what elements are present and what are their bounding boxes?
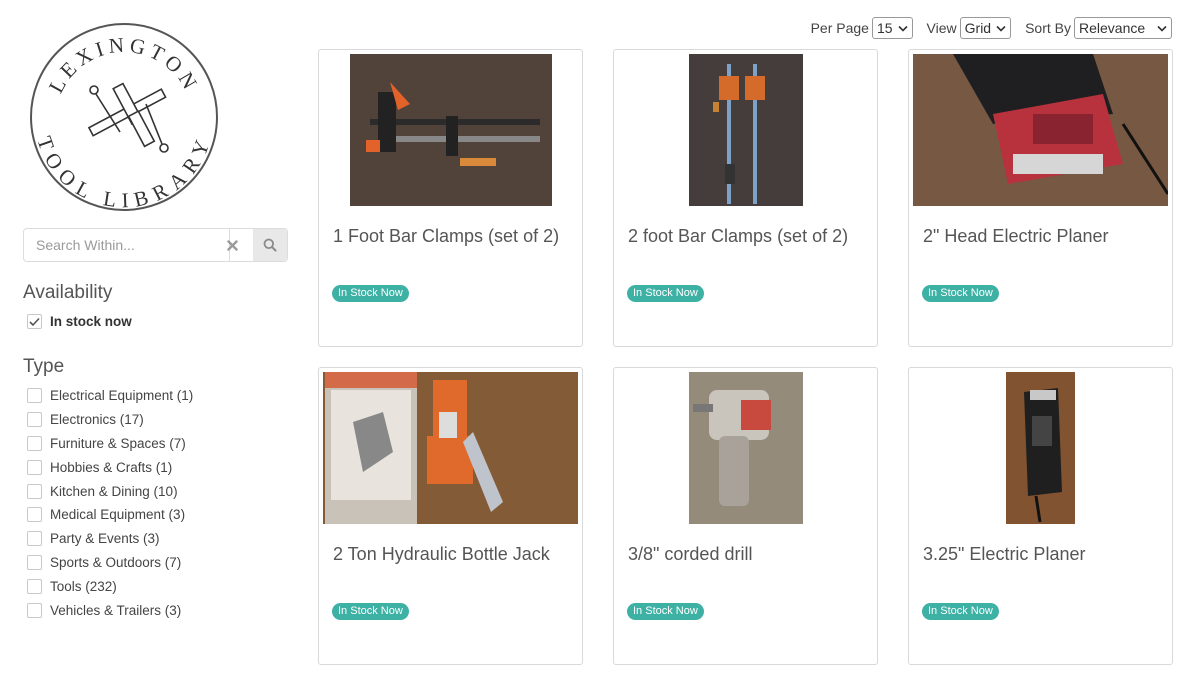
checkbox[interactable] <box>27 602 42 618</box>
type-electrical-equipment[interactable]: Electrical Equipment (1) <box>27 384 193 408</box>
checkbox[interactable] <box>27 578 42 594</box>
type-sports-outdoors[interactable]: Sports & Outdoors (7) <box>27 551 193 575</box>
checkbox[interactable] <box>27 435 42 451</box>
facet-label: Vehicles & Trailers (3) <box>50 602 182 618</box>
availability-in-stock[interactable]: In stock now <box>27 310 132 334</box>
facet-label: Party & Events (3) <box>50 531 160 547</box>
item-photo[interactable] <box>618 372 873 524</box>
checkbox-checked[interactable] <box>27 314 42 330</box>
item-title[interactable]: 2 foot Bar Clamps (set of 2) <box>628 226 848 247</box>
item-card[interactable]: 2" Head Electric Planer In Stock Now <box>908 49 1173 347</box>
search-button[interactable] <box>253 229 287 261</box>
in-stock-badge: In Stock Now <box>332 285 409 302</box>
facet-label: Furniture & Spaces (7) <box>50 435 186 451</box>
type-hobbies-crafts[interactable]: Hobbies & Crafts (1) <box>27 455 193 479</box>
type-kitchen-dining[interactable]: Kitchen & Dining (10) <box>27 479 193 503</box>
chevron-down-icon <box>996 25 1006 32</box>
checkbox[interactable] <box>27 507 42 523</box>
search-icon <box>263 238 277 252</box>
per-page-value: 15 <box>876 20 893 36</box>
item-photo[interactable] <box>913 372 1168 524</box>
per-page-select[interactable]: 15 <box>871 17 913 39</box>
per-page-label: Per Page <box>810 20 869 36</box>
type-electronics[interactable]: Electronics (17) <box>27 408 193 432</box>
in-stock-badge: In Stock Now <box>332 603 409 620</box>
search-within <box>23 228 288 262</box>
item-title[interactable]: 3.25" Electric Planer <box>923 544 1085 565</box>
type-vehicles-trailers[interactable]: Vehicles & Trailers (3) <box>27 598 193 622</box>
close-icon[interactable] <box>218 229 246 261</box>
facet-label: Electrical Equipment (1) <box>50 388 194 404</box>
item-title[interactable]: 1 Foot Bar Clamps (set of 2) <box>333 226 559 247</box>
item-title[interactable]: 3/8" corded drill <box>628 544 752 565</box>
item-card[interactable]: 2 foot Bar Clamps (set of 2) In Stock No… <box>613 49 878 347</box>
in-stock-badge: In Stock Now <box>922 603 999 620</box>
facet-label: In stock now <box>50 314 132 330</box>
checkbox[interactable] <box>27 459 42 475</box>
availability-heading: Availability <box>23 282 113 303</box>
results-toolbar: Per Page 15 View Grid Sort By Relevance <box>811 17 1172 39</box>
sort-by-select[interactable]: Relevance <box>1074 17 1172 39</box>
type-party-events[interactable]: Party & Events (3) <box>27 527 193 551</box>
item-card[interactable]: 1 Foot Bar Clamps (set of 2) In Stock No… <box>318 49 583 347</box>
availability-list: In stock now <box>27 310 132 334</box>
type-furniture-spaces[interactable]: Furniture & Spaces (7) <box>27 432 193 456</box>
search-input[interactable] <box>24 229 230 261</box>
checkbox[interactable] <box>27 483 42 499</box>
sort-by-label: Sort By <box>1025 20 1071 36</box>
chevron-down-icon <box>1157 25 1167 32</box>
type-tools[interactable]: Tools (232) <box>27 574 193 598</box>
sort-by-value: Relevance <box>1079 20 1146 36</box>
chevron-down-icon <box>897 25 908 32</box>
checkbox[interactable] <box>27 554 42 570</box>
facet-label: Sports & Outdoors (7) <box>50 554 182 570</box>
item-title[interactable]: 2 Ton Hydraulic Bottle Jack <box>333 544 550 565</box>
type-list: Electrical Equipment (1) Electronics (17… <box>27 384 193 622</box>
item-photo[interactable] <box>913 54 1168 206</box>
in-stock-badge: In Stock Now <box>922 285 999 302</box>
facet-label: Electronics (17) <box>50 412 144 428</box>
checkbox[interactable] <box>27 388 42 404</box>
view-label: View <box>926 20 957 36</box>
in-stock-badge: In Stock Now <box>627 285 704 302</box>
view-value: Grid <box>964 20 992 36</box>
facet-label: Kitchen & Dining (10) <box>50 483 178 499</box>
item-photo[interactable] <box>323 372 578 524</box>
facet-label: Tools (232) <box>50 578 117 594</box>
checkbox[interactable] <box>27 412 42 428</box>
item-card[interactable]: 2 Ton Hydraulic Bottle Jack In Stock Now <box>318 367 583 665</box>
type-medical-equipment[interactable]: Medical Equipment (3) <box>27 503 193 527</box>
item-photo[interactable] <box>323 54 578 206</box>
item-photo[interactable] <box>618 54 873 206</box>
item-title[interactable]: 2" Head Electric Planer <box>923 226 1108 247</box>
view-select[interactable]: Grid <box>959 17 1012 39</box>
item-card[interactable]: 3/8" corded drill In Stock Now <box>613 367 878 665</box>
type-heading: Type <box>23 356 65 377</box>
item-card[interactable]: 3.25" Electric Planer In Stock Now <box>908 367 1173 665</box>
facet-label: Medical Equipment (3) <box>50 507 186 523</box>
facet-label: Hobbies & Crafts (1) <box>50 459 173 475</box>
logo-seal: LEXINGTON TOOL LIBRARY <box>30 23 218 212</box>
checkbox[interactable] <box>27 531 42 547</box>
in-stock-badge: In Stock Now <box>627 603 704 620</box>
lexington-tool-library-logo[interactable]: LEXINGTON TOOL LIBRARY <box>28 20 220 214</box>
